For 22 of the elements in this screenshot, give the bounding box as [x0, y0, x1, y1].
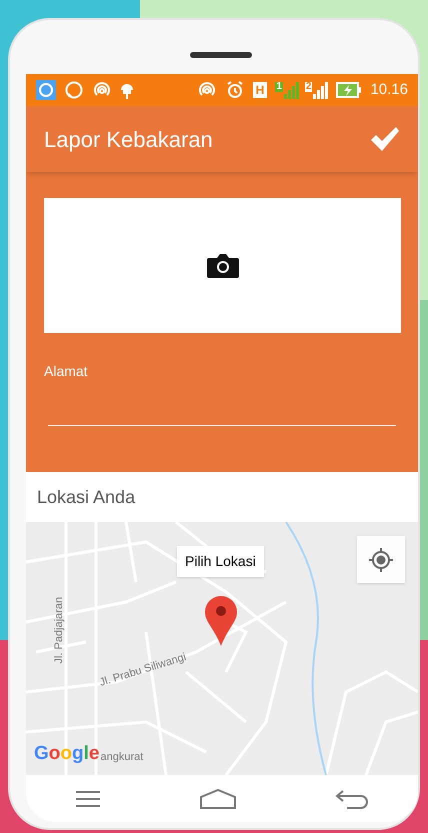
photo-field[interactable] — [44, 198, 401, 333]
back-icon[interactable] — [334, 788, 369, 808]
marker-tooltip: Pilih Lokasi — [177, 546, 264, 577]
app-title: Lapor Kebakaran — [44, 126, 214, 154]
location-title: Lokasi Anda — [37, 486, 136, 508]
menu-icon[interactable] — [75, 790, 102, 808]
battery-charging-icon — [336, 81, 362, 99]
home-icon[interactable] — [200, 788, 236, 808]
street-label: angkurat — [100, 752, 144, 763]
clock-time: 10.16 — [370, 80, 408, 100]
network-type-label: H — [252, 82, 268, 98]
address-label: Alamat — [44, 362, 89, 381]
app-icon — [36, 80, 56, 100]
camera-icon — [206, 252, 240, 280]
crosshair-icon — [368, 546, 394, 572]
chat-bubble-icon — [64, 80, 84, 100]
street-label: Jl. Padjajaran — [52, 596, 66, 664]
map-marker-icon — [204, 596, 238, 646]
speaker-grille — [190, 52, 252, 58]
my-location-button[interactable] — [357, 536, 405, 583]
alarm-clock-icon — [224, 80, 245, 100]
google-logo: Google — [34, 744, 100, 763]
